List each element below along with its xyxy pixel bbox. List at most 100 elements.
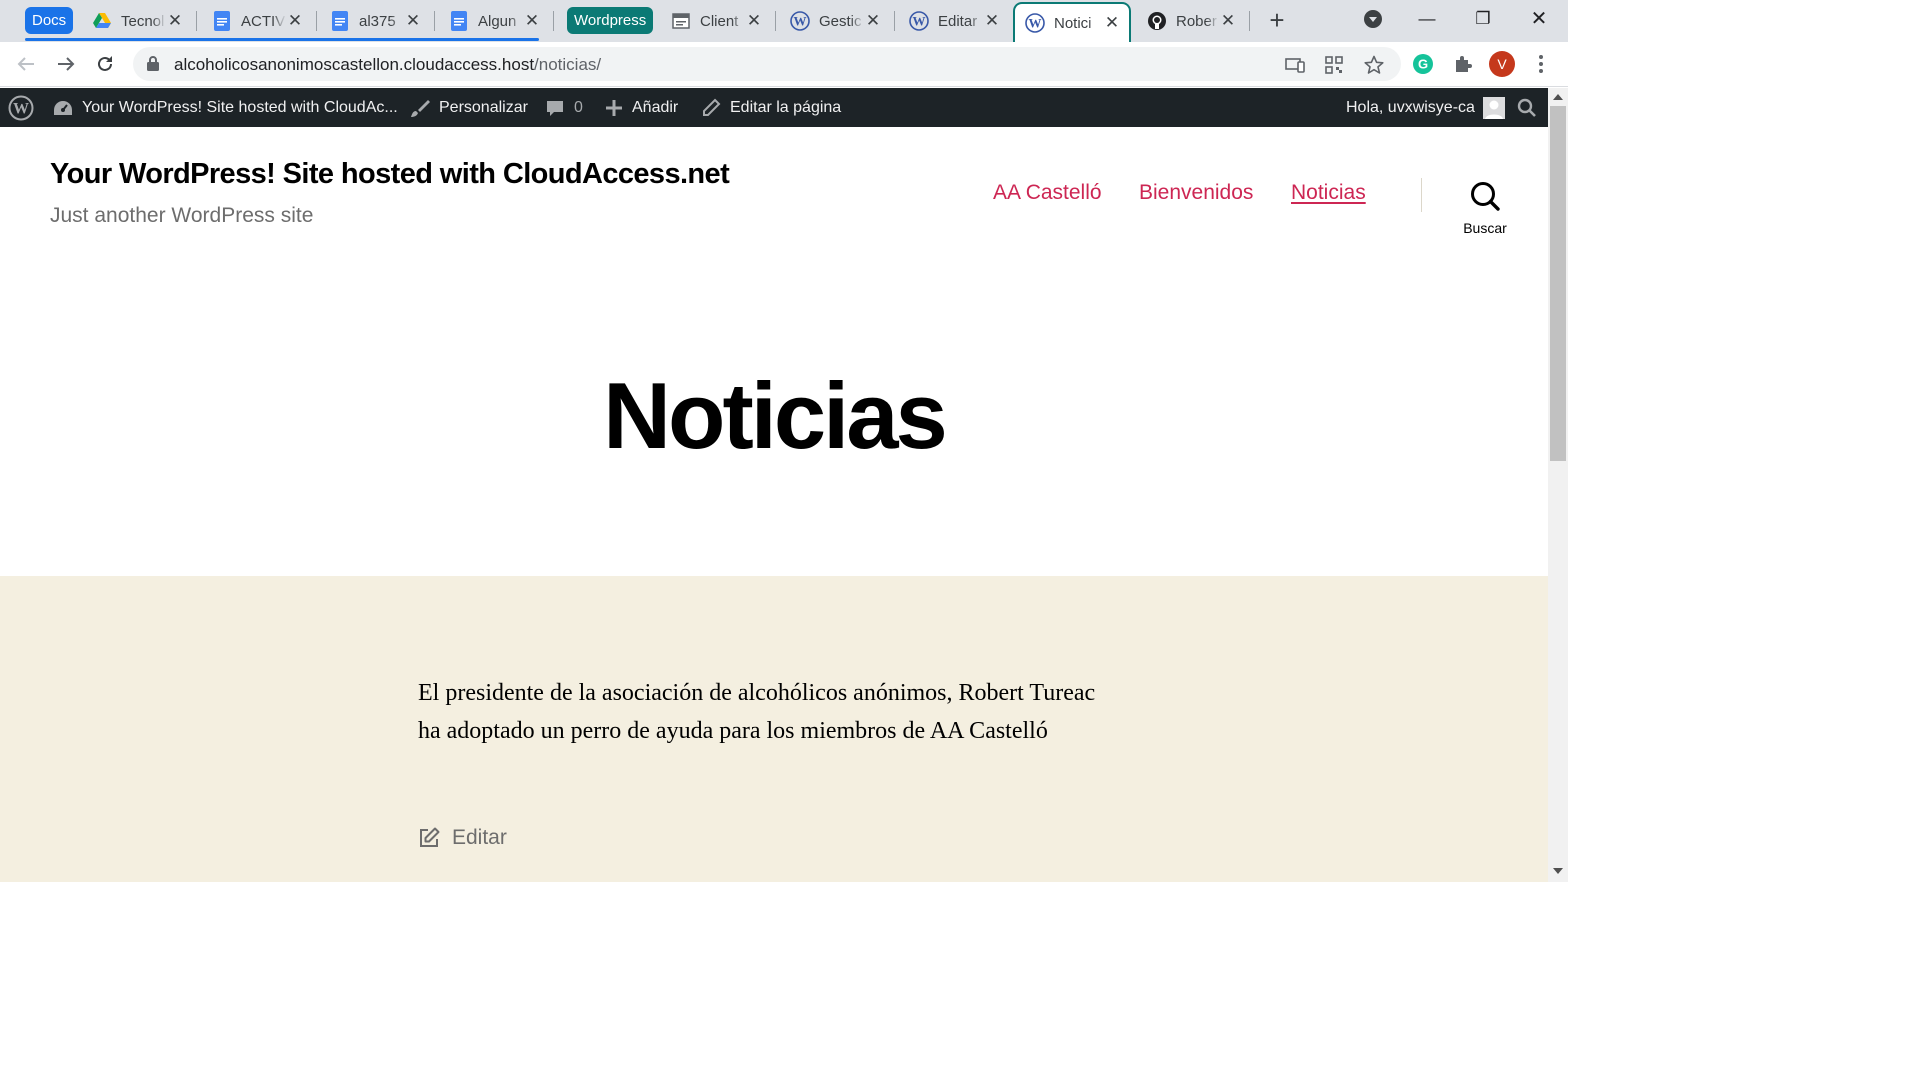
url-host: alcoholicosanonimoscastellon.cloudaccess… — [174, 55, 535, 74]
tab-tecnol[interactable]: Tecnol ✕ — [82, 3, 192, 39]
tab-group-wordpress[interactable]: Wordpress — [567, 7, 654, 34]
admin-edit-page-label: Editar la página — [730, 98, 842, 116]
post-content-area: El presidente de la asociación de alcohó… — [0, 576, 1548, 882]
wordpress-icon: W — [790, 11, 810, 31]
scroll-up-arrow[interactable] — [1553, 94, 1563, 100]
tab-algun[interactable]: Algun ✕ — [439, 3, 549, 39]
tab-group-docs[interactable]: Docs — [25, 7, 74, 34]
admin-greeting: Hola, uvxwisye-ca — [1346, 98, 1475, 116]
lock-icon[interactable] — [147, 56, 159, 76]
tab-title: Gestic — [819, 12, 862, 30]
new-tab-button[interactable]: + — [1264, 7, 1290, 34]
tab-search-button[interactable] — [1360, 8, 1386, 34]
extensions-puzzle-icon[interactable] — [1450, 51, 1476, 77]
admin-site-name[interactable]: Your WordPress! Site hosted with CloudAc… — [53, 88, 398, 127]
browser-toolbar: alcoholicosanonimoscastellon.cloudaccess… — [0, 42, 1568, 87]
tab-al375[interactable]: al375 ✕ — [320, 3, 430, 39]
close-tab-icon[interactable]: ✕ — [404, 12, 422, 30]
admin-my-account[interactable]: Hola, uvxwisye-ca — [1346, 88, 1505, 127]
tab-client[interactable]: Client ✕ — [661, 3, 771, 39]
close-window-button[interactable]: ✕ — [1516, 6, 1562, 34]
user-avatar-icon — [1482, 96, 1505, 119]
page-scrollbar[interactable] — [1548, 88, 1568, 882]
github-icon — [1147, 11, 1167, 31]
minimize-button[interactable]: ― — [1404, 6, 1450, 34]
tab-activ[interactable]: ACTIV ✕ — [202, 3, 312, 39]
google-docs-icon — [212, 11, 232, 31]
scroll-thumb[interactable] — [1550, 106, 1566, 461]
profile-initial: V — [1497, 56, 1507, 72]
tab-title: Tecnol — [121, 12, 165, 30]
bookmark-star-icon[interactable] — [1362, 53, 1386, 77]
tab-rober[interactable]: Rober ✕ — [1137, 3, 1245, 39]
tab-title: Algun — [478, 12, 517, 30]
back-button[interactable] — [12, 50, 40, 78]
svg-text:W: W — [1029, 16, 1042, 31]
google-docs-icon — [330, 11, 350, 31]
menu-item-bienvenidos[interactable]: Bienvenidos — [1139, 181, 1253, 205]
comments-count: 0 — [574, 98, 583, 116]
comment-bubble-icon — [547, 100, 563, 116]
cast-icon[interactable] — [1283, 53, 1307, 77]
svg-text:W: W — [13, 100, 29, 117]
tab-title: al375 — [359, 12, 396, 30]
close-tab-icon[interactable]: ✕ — [745, 12, 763, 30]
site-title[interactable]: Your WordPress! Site hosted with CloudAc… — [50, 158, 730, 191]
tab-editar[interactable]: W Editar ✕ — [899, 3, 1009, 39]
search-icon — [1471, 182, 1500, 211]
menu-divider — [1421, 178, 1422, 212]
admin-new-label: Añadir — [632, 98, 679, 116]
close-tab-icon[interactable]: ✕ — [1103, 14, 1121, 32]
admin-edit-page[interactable]: Editar la página — [701, 88, 841, 127]
paintbrush-icon — [411, 99, 430, 117]
page-title: Noticias — [603, 363, 948, 468]
close-tab-icon[interactable]: ✕ — [1219, 12, 1237, 30]
tab-title: Editar — [938, 12, 978, 30]
plus-icon — [606, 99, 622, 116]
forward-button[interactable] — [52, 50, 80, 78]
close-tab-icon[interactable]: ✕ — [983, 12, 1001, 30]
scroll-down-arrow[interactable] — [1553, 868, 1563, 874]
restore-button[interactable]: ❐ — [1460, 6, 1506, 34]
edit-icon — [420, 827, 440, 847]
reload-button[interactable] — [91, 50, 119, 78]
admin-comments[interactable]: 0 — [545, 88, 583, 127]
wp-logo-icon[interactable]: W — [8, 88, 43, 127]
menu-item-noticias[interactable]: Noticias — [1291, 181, 1366, 205]
search-toggle-button[interactable]: Buscar — [1455, 178, 1515, 238]
site-description: Just another WordPress site — [50, 204, 314, 227]
wp-admin-bar: W Your WordPress! Site hosted with Cloud… — [0, 88, 1548, 127]
tab-title: Rober — [1176, 12, 1217, 30]
tab-title: Client — [700, 12, 739, 30]
wordpress-icon: W — [1025, 13, 1045, 33]
url-text[interactable]: alcoholicosanonimoscastellon.cloudaccess… — [174, 55, 601, 75]
search-label: Buscar — [1463, 220, 1507, 236]
svg-text:W: W — [913, 14, 926, 29]
tab-noticias[interactable]: W Notici ✕ — [1013, 2, 1131, 42]
pencil-icon — [703, 98, 721, 116]
tab-strip: Docs Tecnol ✕ ACTIV ✕ al375 ✕ Algun ✕ Wo… — [0, 0, 1568, 42]
tab-title: Notici — [1054, 14, 1092, 32]
close-tab-icon[interactable]: ✕ — [286, 12, 304, 30]
qr-code-icon[interactable] — [1322, 53, 1346, 77]
edit-post-label: Editar — [452, 826, 507, 849]
entry-paragraph: El presidente de la asociación de alcohó… — [418, 680, 1096, 744]
admin-customize[interactable]: Personalizar — [410, 88, 528, 127]
browser-menu-icon[interactable] — [1528, 51, 1554, 77]
tab-title: ACTIV — [241, 12, 286, 30]
document-icon — [671, 11, 691, 31]
close-tab-icon[interactable]: ✕ — [523, 12, 541, 30]
grammarly-icon[interactable]: G — [1410, 51, 1436, 77]
close-tab-icon[interactable]: ✕ — [864, 12, 882, 30]
admin-search-icon[interactable] — [1517, 88, 1546, 127]
profile-avatar[interactable]: V — [1488, 50, 1516, 78]
tab-gestic[interactable]: W Gestic ✕ — [780, 3, 890, 39]
close-tab-icon[interactable]: ✕ — [166, 12, 184, 30]
edit-post-link[interactable]: Editar — [418, 826, 507, 850]
svg-text:G: G — [1418, 57, 1428, 72]
admin-new-content[interactable]: Añadir — [605, 88, 678, 127]
admin-customize-label: Personalizar — [439, 98, 528, 116]
address-bar[interactable]: alcoholicosanonimoscastellon.cloudaccess… — [133, 47, 1401, 81]
menu-item-aa-castello[interactable]: AA Castelló — [993, 181, 1102, 205]
svg-text:W: W — [794, 14, 807, 29]
